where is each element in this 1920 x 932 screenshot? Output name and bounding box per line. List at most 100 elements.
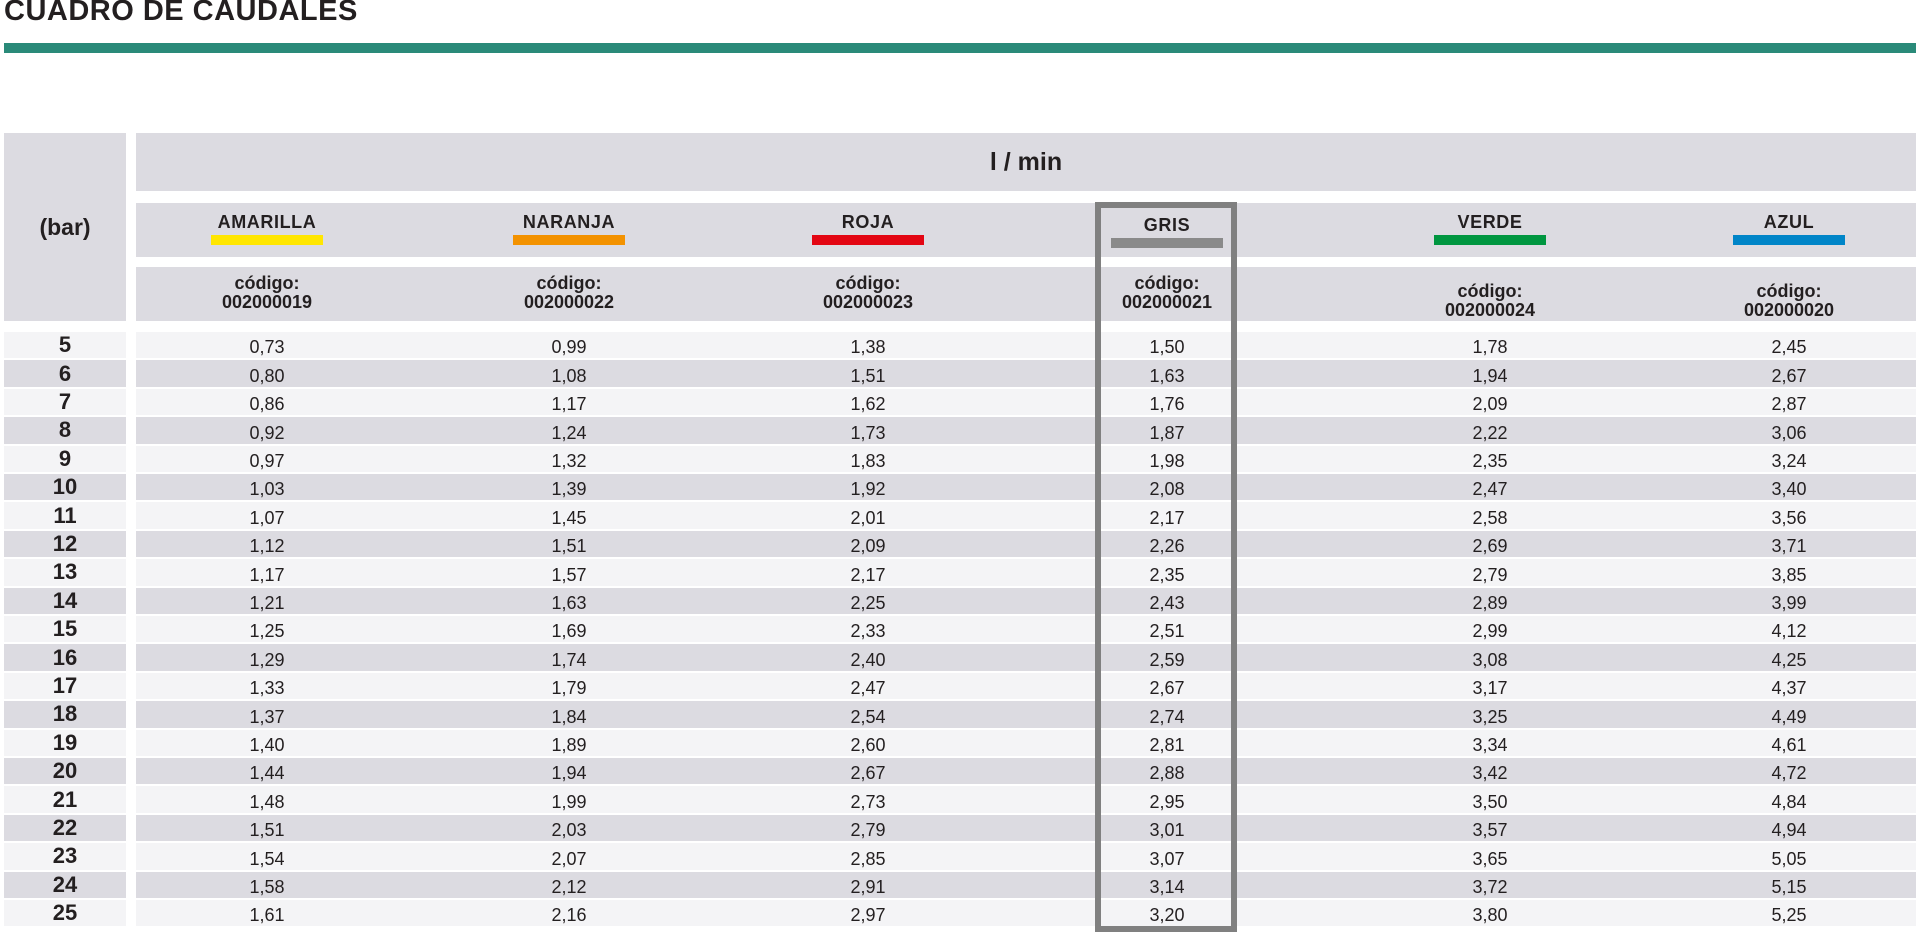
flow-value-cell: 3,85: [1771, 564, 1807, 585]
flow-value-cell: 2,79: [1472, 564, 1508, 585]
flow-value-cell: 1,58: [249, 876, 285, 897]
flow-value-cell: 1,33: [249, 678, 285, 699]
column-header-amarilla: AMARILLA: [157, 212, 377, 245]
flow-value-cell: 1,08: [551, 365, 587, 386]
table-row: 11 1,07 1,45 2,01 2,17 2,58 3,56: [0, 502, 1920, 529]
column-code-naranja: código: 002000022: [459, 274, 679, 312]
pressure-cell: 17: [4, 672, 126, 700]
table-row: 5 0,73 0,99 1,38 1,50 1,78 2,45: [0, 332, 1920, 359]
values-band: 0,73 0,99 1,38 1,50 1,78 2,45: [136, 332, 1916, 359]
flow-value-cell: 1,44: [249, 763, 285, 784]
flow-value-cell: 4,37: [1771, 678, 1807, 699]
flow-value-cell: 2,99: [1472, 621, 1508, 642]
values-band: 1,07 1,45 2,01 2,17 2,58 3,56: [136, 502, 1916, 529]
flow-value-cell: 2,33: [850, 621, 886, 642]
values-band: 1,61 2,16 2,97 3,20 3,80 5,25: [136, 900, 1916, 927]
pressure-cell: 15: [4, 616, 126, 643]
pressure-cell: 23: [4, 843, 126, 870]
column-code-azul: código: 002000020: [1679, 282, 1899, 320]
column-code-gris: código: 002000021: [1057, 274, 1277, 312]
flow-value-cell: 1,38: [850, 337, 886, 358]
pressure-header-label: (bar): [39, 213, 91, 240]
values-band: 0,97 1,32 1,83 1,98 2,35 3,24: [136, 445, 1916, 472]
flow-value-cell: 3,72: [1472, 876, 1508, 897]
flow-value-cell: 3,40: [1771, 479, 1807, 500]
flow-value-cell: 0,99: [551, 337, 587, 358]
flow-value-cell: 1,25: [249, 621, 285, 642]
flow-value-cell: 1,50: [1149, 337, 1185, 358]
flow-value-cell: 1,78: [1472, 337, 1508, 358]
flow-value-cell: 4,72: [1771, 763, 1807, 784]
flow-value-cell: 2,01: [850, 507, 886, 528]
values-band: 0,80 1,08 1,51 1,63 1,94 2,67: [136, 360, 1916, 387]
flow-value-cell: 3,65: [1472, 848, 1508, 869]
column-code-verde: código: 002000024: [1380, 282, 1600, 320]
flow-value-cell: 4,49: [1771, 706, 1807, 727]
flow-value-cell: 2,67: [1771, 365, 1807, 386]
flow-value-cell: 2,47: [1472, 479, 1508, 500]
flow-value-cell: 2,85: [850, 848, 886, 869]
flow-value-cell: 1,87: [1149, 422, 1185, 443]
flow-value-cell: 2,08: [1149, 479, 1185, 500]
flow-value-cell: 2,54: [850, 706, 886, 727]
flow-value-cell: 2,73: [850, 791, 886, 812]
code-value: 002000020: [1743, 300, 1835, 320]
table-row: 13 1,17 1,57 2,17 2,35 2,79 3,85: [0, 559, 1920, 586]
flow-value-cell: 2,79: [850, 820, 886, 841]
flow-value-cell: 2,25: [850, 592, 886, 613]
flow-value-cell: 2,95: [1149, 791, 1185, 812]
flow-value-cell: 4,94: [1771, 820, 1807, 841]
code-label: código:: [1756, 281, 1822, 301]
values-band: 1,29 1,74 2,40 2,59 3,08 4,25: [136, 644, 1916, 671]
flow-value-cell: 1,24: [551, 422, 587, 443]
pressure-cell: 10: [4, 474, 126, 501]
flow-value-cell: 3,71: [1771, 536, 1807, 557]
flow-value-cell: 2,07: [551, 848, 587, 869]
flow-value-cell: 1,84: [551, 706, 587, 727]
values-band: 1,37 1,84 2,54 2,74 3,25 4,49: [136, 701, 1916, 728]
code-value: 002000023: [822, 292, 914, 312]
table-row: 20 1,44 1,94 2,67 2,88 3,42 4,72: [0, 758, 1920, 785]
code-label: código:: [536, 273, 602, 293]
values-band: 1,03 1,39 1,92 2,08 2,47 3,40: [136, 474, 1916, 501]
table-row: 22 1,51 2,03 2,79 3,01 3,57 4,94: [0, 814, 1920, 842]
values-band: 1,12 1,51 2,09 2,26 2,69 3,71: [136, 530, 1916, 558]
column-name: VERDE: [1457, 212, 1523, 232]
color-swatch: [812, 235, 924, 245]
pressure-cell: 14: [4, 587, 126, 614]
column-name: NARANJA: [522, 212, 616, 232]
flow-value-cell: 0,97: [249, 450, 285, 471]
flow-value-cell: 3,57: [1472, 820, 1508, 841]
values-band: 1,54 2,07 2,85 3,07 3,65 5,05: [136, 843, 1916, 870]
flow-value-cell: 1,48: [249, 791, 285, 812]
code-label: código:: [835, 273, 901, 293]
values-band: 1,40 1,89 2,60 2,81 3,34 4,61: [136, 729, 1916, 756]
pressure-cell: 24: [4, 871, 126, 898]
flow-header-label: l / min: [989, 147, 1063, 176]
flow-value-cell: 3,34: [1472, 734, 1508, 755]
column-code-amarilla: código: 002000019: [157, 274, 377, 312]
flow-value-cell: 1,17: [551, 394, 587, 415]
flow-value-cell: 2,87: [1771, 394, 1807, 415]
pressure-cell: 22: [4, 814, 126, 842]
values-band: 1,48 1,99 2,73 2,95 3,50 4,84: [136, 786, 1916, 813]
pressure-cell: 9: [4, 445, 126, 472]
pressure-cell: 25: [4, 900, 126, 927]
flow-value-cell: 3,14: [1149, 876, 1185, 897]
pressure-cell: 18: [4, 701, 126, 728]
flow-value-cell: 1,89: [551, 734, 587, 755]
pressure-cell: 7: [4, 388, 126, 416]
code-label: código:: [1457, 281, 1523, 301]
column-name: AMARILLA: [217, 212, 317, 232]
flow-value-cell: 1,79: [551, 678, 587, 699]
flow-value-cell: 1,12: [249, 536, 285, 557]
flow-value-cell: 2,40: [850, 649, 886, 670]
column-header-roja: ROJA: [758, 212, 978, 245]
flow-value-cell: 3,50: [1472, 791, 1508, 812]
table-row: 23 1,54 2,07 2,85 3,07 3,65 5,05: [0, 843, 1920, 870]
flow-value-cell: 1,92: [850, 479, 886, 500]
flow-value-cell: 2,17: [1149, 507, 1185, 528]
pressure-cell: 12: [4, 530, 126, 558]
table-row: 21 1,48 1,99 2,73 2,95 3,50 4,84: [0, 786, 1920, 813]
flow-header: l / min: [136, 133, 1916, 191]
